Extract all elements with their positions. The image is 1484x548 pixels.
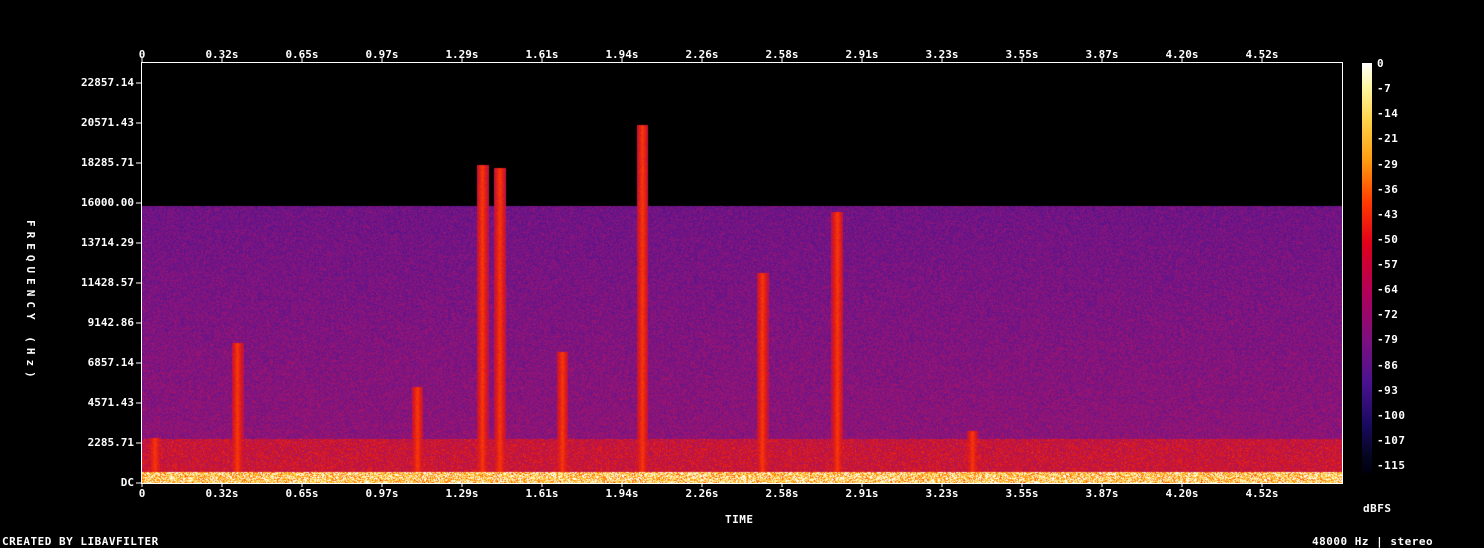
x-tick-label-bot: 0.65s xyxy=(285,487,319,500)
colorbar-tick-label: -21 xyxy=(1377,132,1399,146)
x-tick-label-top: 0.32s xyxy=(205,48,239,61)
format-text: 48000 Hz | stereo xyxy=(1312,535,1434,548)
x-tick-label-bot: 2.58s xyxy=(765,487,799,500)
x-tick-label-bot: 3.23s xyxy=(925,487,959,500)
y-tick-label: 9142.86 xyxy=(87,316,134,329)
y-tick-label: 20571.43 xyxy=(81,116,134,129)
x-tick-label-bot: 0.97s xyxy=(365,487,399,500)
x-tick-label-top: 1.61s xyxy=(525,48,559,61)
x-tick-label-top: 2.91s xyxy=(845,48,879,61)
colorbar-tick-label: -93 xyxy=(1377,383,1399,397)
y-tick-label: 16000.00 xyxy=(81,196,134,209)
x-tick-label-top: 0.97s xyxy=(365,48,399,61)
colorbar-tick-label: -79 xyxy=(1377,333,1399,347)
y-tick-label: 11428.57 xyxy=(81,276,134,289)
y-tick-label: 18285.71 xyxy=(81,156,134,169)
x-tick-label-top: 0 xyxy=(138,48,146,61)
x-tick-label-top: 2.26s xyxy=(685,48,719,61)
x-tick-label-top: 1.29s xyxy=(445,48,479,61)
y-tick-label: 13714.29 xyxy=(81,236,134,249)
colorbar-tick-label: -86 xyxy=(1377,358,1399,372)
colorbar xyxy=(1362,63,1372,473)
y-tick-label: 2285.71 xyxy=(87,436,134,449)
x-tick-label-bot: 1.29s xyxy=(445,487,479,500)
colorbar-tick-label: -7 xyxy=(1377,82,1392,96)
y-tick-label: 4571.43 xyxy=(87,396,134,409)
colorbar-tick-label: -115 xyxy=(1377,459,1406,472)
colorbar-tick-label: -107 xyxy=(1377,433,1406,447)
y-tick-label: 6857.14 xyxy=(87,356,134,369)
colorbar-tick-label: -36 xyxy=(1377,182,1399,196)
x-tick-label-bot: 4.20s xyxy=(1165,487,1199,500)
x-tick-label-top: 3.23s xyxy=(925,48,959,61)
x-tick-label-bot: 0.32s xyxy=(205,487,239,500)
x-tick-label-bot: 0 xyxy=(138,487,146,500)
colorbar-tick-label: -29 xyxy=(1377,157,1399,171)
colorbar-tick-label: -50 xyxy=(1377,232,1399,246)
x-tick-label-top: 2.58s xyxy=(765,48,799,61)
x-tick-label-top: 4.52s xyxy=(1245,48,1279,61)
y-tick-label: 22857.14 xyxy=(81,76,134,89)
plot-frame xyxy=(141,62,1343,484)
colorbar-tick-label: -14 xyxy=(1377,107,1399,121)
colorbar-tick-label: -100 xyxy=(1377,408,1406,422)
colorbar-tick-label: 0 xyxy=(1377,57,1385,70)
colorbar-tick-label: -64 xyxy=(1377,283,1399,297)
x-tick-label-bot: 3.87s xyxy=(1085,487,1119,500)
x-tick-label-top: 3.55s xyxy=(1005,48,1039,61)
colorbar-tick-label: -43 xyxy=(1377,207,1399,221)
x-tick-label-top: 4.20s xyxy=(1165,48,1199,61)
y-tick-label: DC xyxy=(120,476,134,489)
x-tick-label-bot: 1.61s xyxy=(525,487,559,500)
x-tick-label-top: 3.87s xyxy=(1085,48,1119,61)
x-tick-label-bot: 4.52s xyxy=(1245,487,1279,500)
x-tick-label-bot: 2.91s xyxy=(845,487,879,500)
colorbar-tick-label: -72 xyxy=(1377,308,1399,322)
x-tick-label-top: 0.65s xyxy=(285,48,319,61)
colorbar-unit: dBFS xyxy=(1363,502,1392,515)
colorbar-tick-label: -57 xyxy=(1377,258,1399,271)
x-axis-title: TIME xyxy=(725,513,754,526)
x-tick-label-bot: 1.94s xyxy=(605,487,639,500)
x-tick-label-bot: 3.55s xyxy=(1005,487,1039,500)
credit-text: CREATED BY LIBAVFILTER xyxy=(2,535,159,548)
x-tick-label-bot: 2.26s xyxy=(685,487,719,500)
x-tick-label-top: 1.94s xyxy=(605,48,639,61)
